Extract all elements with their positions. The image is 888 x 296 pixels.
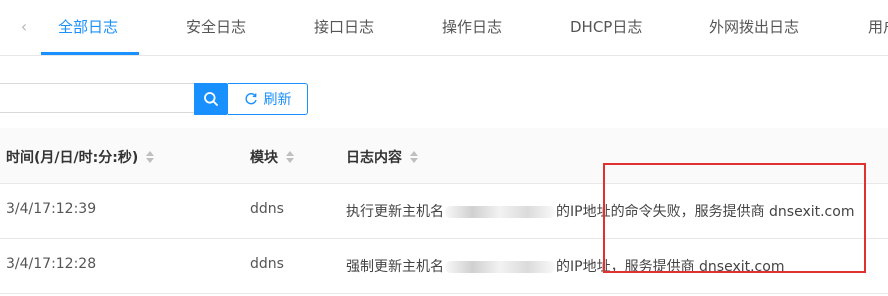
sort-icon[interactable] (410, 151, 418, 163)
column-header-module-label: 模块 (250, 150, 278, 166)
content-prefix: 强制更新主机名 (346, 259, 444, 275)
search-icon (204, 92, 218, 106)
active-tab-indicator (41, 52, 139, 55)
tab-user-logs[interactable]: 用户 (868, 16, 888, 38)
sort-icon[interactable] (146, 151, 155, 163)
tab-security-logs[interactable]: 安全日志 (186, 16, 246, 38)
tab-interface-logs[interactable]: 接口日志 (314, 16, 374, 38)
tab-dhcp-logs[interactable]: DHCP日志 (570, 16, 642, 38)
tab-wan-dialout-logs[interactable]: 外网拨出日志 (709, 16, 799, 38)
column-header-content[interactable]: 日志内容 (346, 147, 418, 167)
time-cell: 3/4/17:12:28 (6, 256, 97, 272)
refresh-label: 刷新 (263, 92, 292, 108)
redacted-hostname (445, 206, 555, 218)
content-prefix: 执行更新主机名 (346, 204, 444, 220)
tab-operation-logs[interactable]: 操作日志 (442, 16, 502, 38)
time-cell: 3/4/17:12:39 (6, 201, 97, 217)
sort-icon[interactable] (286, 151, 294, 163)
column-header-time[interactable]: 时间(月/日/时:分:秒) (6, 147, 155, 167)
annotation-highlight-box (603, 163, 866, 273)
column-header-module[interactable]: 模块 (250, 147, 294, 167)
tab-all-logs[interactable]: 全部日志 (58, 16, 118, 38)
search-button[interactable] (194, 83, 228, 115)
module-cell: ddns (250, 201, 284, 217)
search-input[interactable] (0, 83, 194, 113)
chevron-left-icon[interactable]: ‹ (16, 16, 32, 38)
refresh-icon (244, 93, 257, 105)
column-header-content-label: 日志内容 (346, 150, 402, 166)
log-tabs: ‹ 全部日志 安全日志 接口日志 操作日志 DHCP日志 外网拨出日志 用户 (0, 0, 888, 56)
column-header-time-label: 时间(月/日/时:分:秒) (6, 150, 139, 166)
refresh-button[interactable]: 刷新 (228, 83, 308, 115)
redacted-hostname (445, 261, 555, 273)
module-cell: ddns (250, 256, 284, 272)
